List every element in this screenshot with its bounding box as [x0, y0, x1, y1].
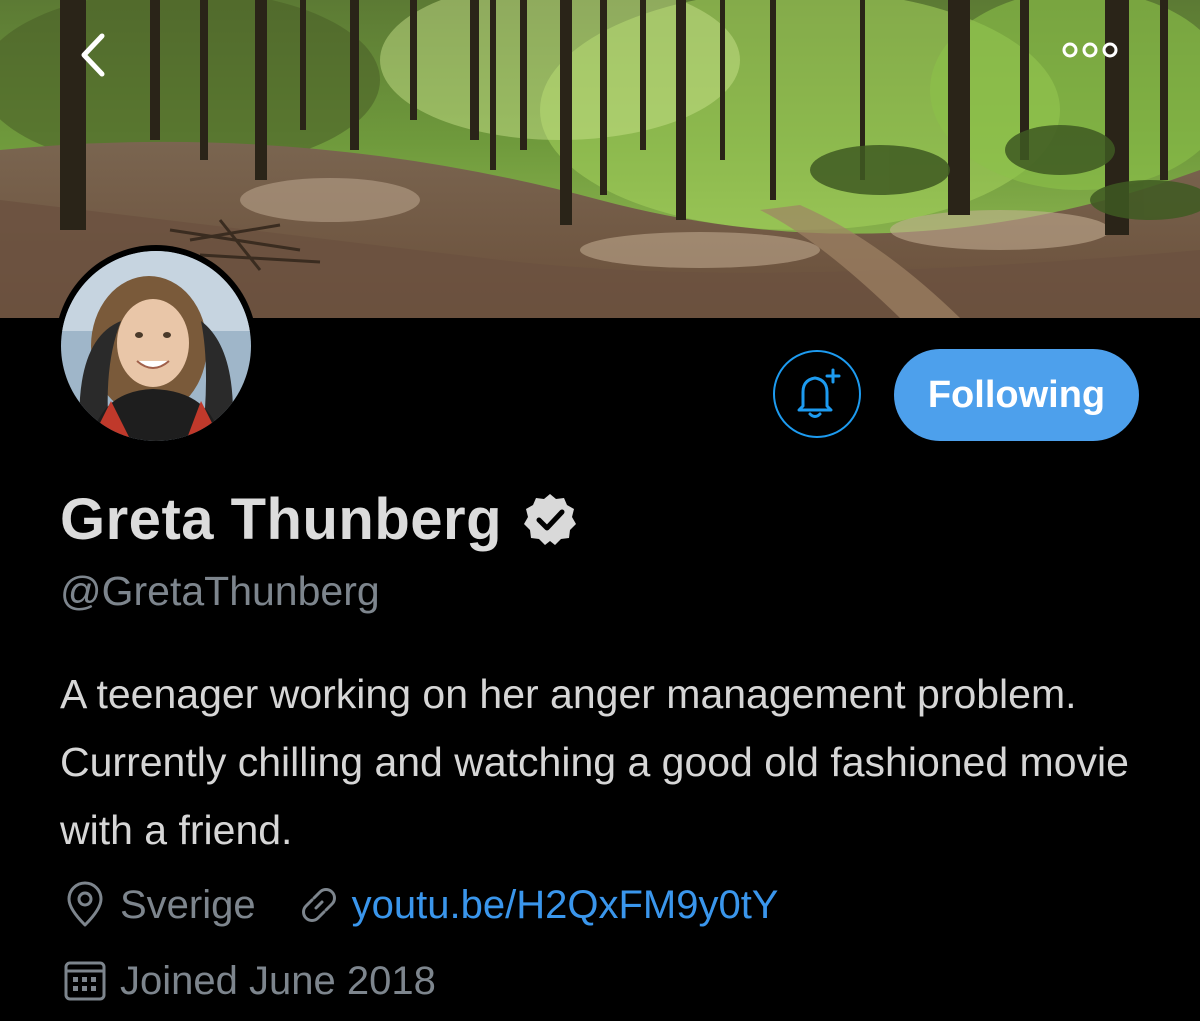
calendar-icon [60, 956, 110, 1006]
profile-bio: A teenager working on her anger manageme… [60, 671, 1129, 853]
joined-row: Joined June 2018 [60, 956, 436, 1006]
avatar[interactable] [55, 245, 257, 447]
link-icon [294, 880, 344, 930]
profile-page: Following Greta Thunberg @GretaThunberg … [0, 0, 1200, 1021]
profile-website-link[interactable]: youtu.be/H2QxFM9y0tY [352, 883, 779, 928]
location-text: Sverige [120, 882, 256, 927]
following-button[interactable]: Following [894, 349, 1139, 441]
name-row: Greta Thunberg [60, 484, 578, 554]
profile-photo [61, 251, 251, 441]
back-button[interactable] [74, 30, 134, 90]
location-pin-icon [60, 880, 110, 930]
more-options-button[interactable] [1062, 40, 1128, 80]
verified-badge-icon [522, 491, 578, 547]
display-name: Greta Thunberg [60, 486, 503, 552]
location-link-row: Sverige youtu.be/H2QxFM9y0tY [60, 880, 778, 930]
notifications-button[interactable] [773, 350, 861, 438]
joined-date: Joined June 2018 [120, 958, 436, 1003]
more-horizontal-icon [1062, 42, 1118, 58]
bell-plus-icon [797, 368, 841, 418]
user-handle: @GretaThunberg [60, 568, 380, 614]
chevron-left-icon [81, 33, 105, 77]
